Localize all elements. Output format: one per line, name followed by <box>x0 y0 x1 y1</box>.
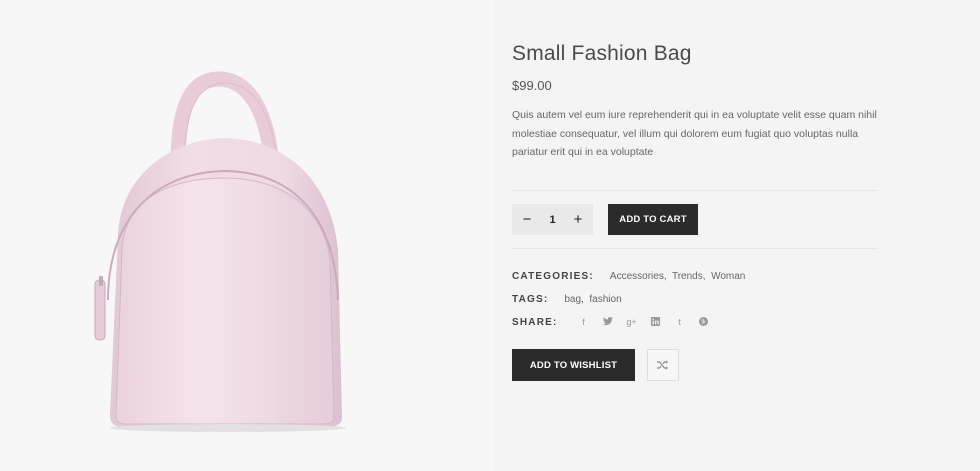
tags-row: TAGS: bag, fashion <box>512 294 622 305</box>
divider <box>512 248 878 249</box>
compare-button[interactable] <box>647 349 679 381</box>
facebook-icon[interactable]: f <box>572 317 596 328</box>
product-description: Quis autem vel eum iure reprehenderit qu… <box>512 109 877 158</box>
categories-row: CATEGORIES: Accessories, Trends, Woman <box>512 271 745 282</box>
product-image-panel <box>0 0 494 471</box>
twitter-icon[interactable] <box>596 317 620 328</box>
shuffle-icon <box>657 360 668 370</box>
category-link-woman[interactable]: Woman <box>711 271 745 282</box>
product-price: $99.00 <box>512 78 552 93</box>
share-row: SHARE: f g+ t <box>512 317 716 328</box>
categories-label: CATEGORIES: <box>512 271 594 282</box>
linkedin-icon[interactable] <box>644 317 668 328</box>
category-link-trends[interactable]: Trends, <box>672 271 706 282</box>
tumblr-icon[interactable]: t <box>668 317 692 328</box>
share-label: SHARE: <box>512 317 558 328</box>
product-title: Small Fashion Bag <box>512 42 692 65</box>
increase-quantity-button[interactable]: + <box>569 210 587 230</box>
quantity-value[interactable]: 1 <box>542 214 564 226</box>
add-to-cart-button[interactable]: ADD TO CART <box>608 204 698 235</box>
quantity-stepper: − 1 + <box>512 204 593 235</box>
category-link-accessories[interactable]: Accessories, <box>610 271 667 282</box>
backpack-product-image[interactable] <box>0 0 494 471</box>
tag-link-bag[interactable]: bag, <box>564 294 583 305</box>
add-to-wishlist-button[interactable]: ADD TO WISHLIST <box>512 349 635 381</box>
tags-label: TAGS: <box>512 294 549 305</box>
pinterest-icon[interactable] <box>692 317 716 328</box>
decrease-quantity-button[interactable]: − <box>518 210 536 230</box>
divider <box>512 190 878 191</box>
google-plus-icon[interactable]: g+ <box>620 317 644 328</box>
tag-link-fashion[interactable]: fashion <box>589 294 621 305</box>
